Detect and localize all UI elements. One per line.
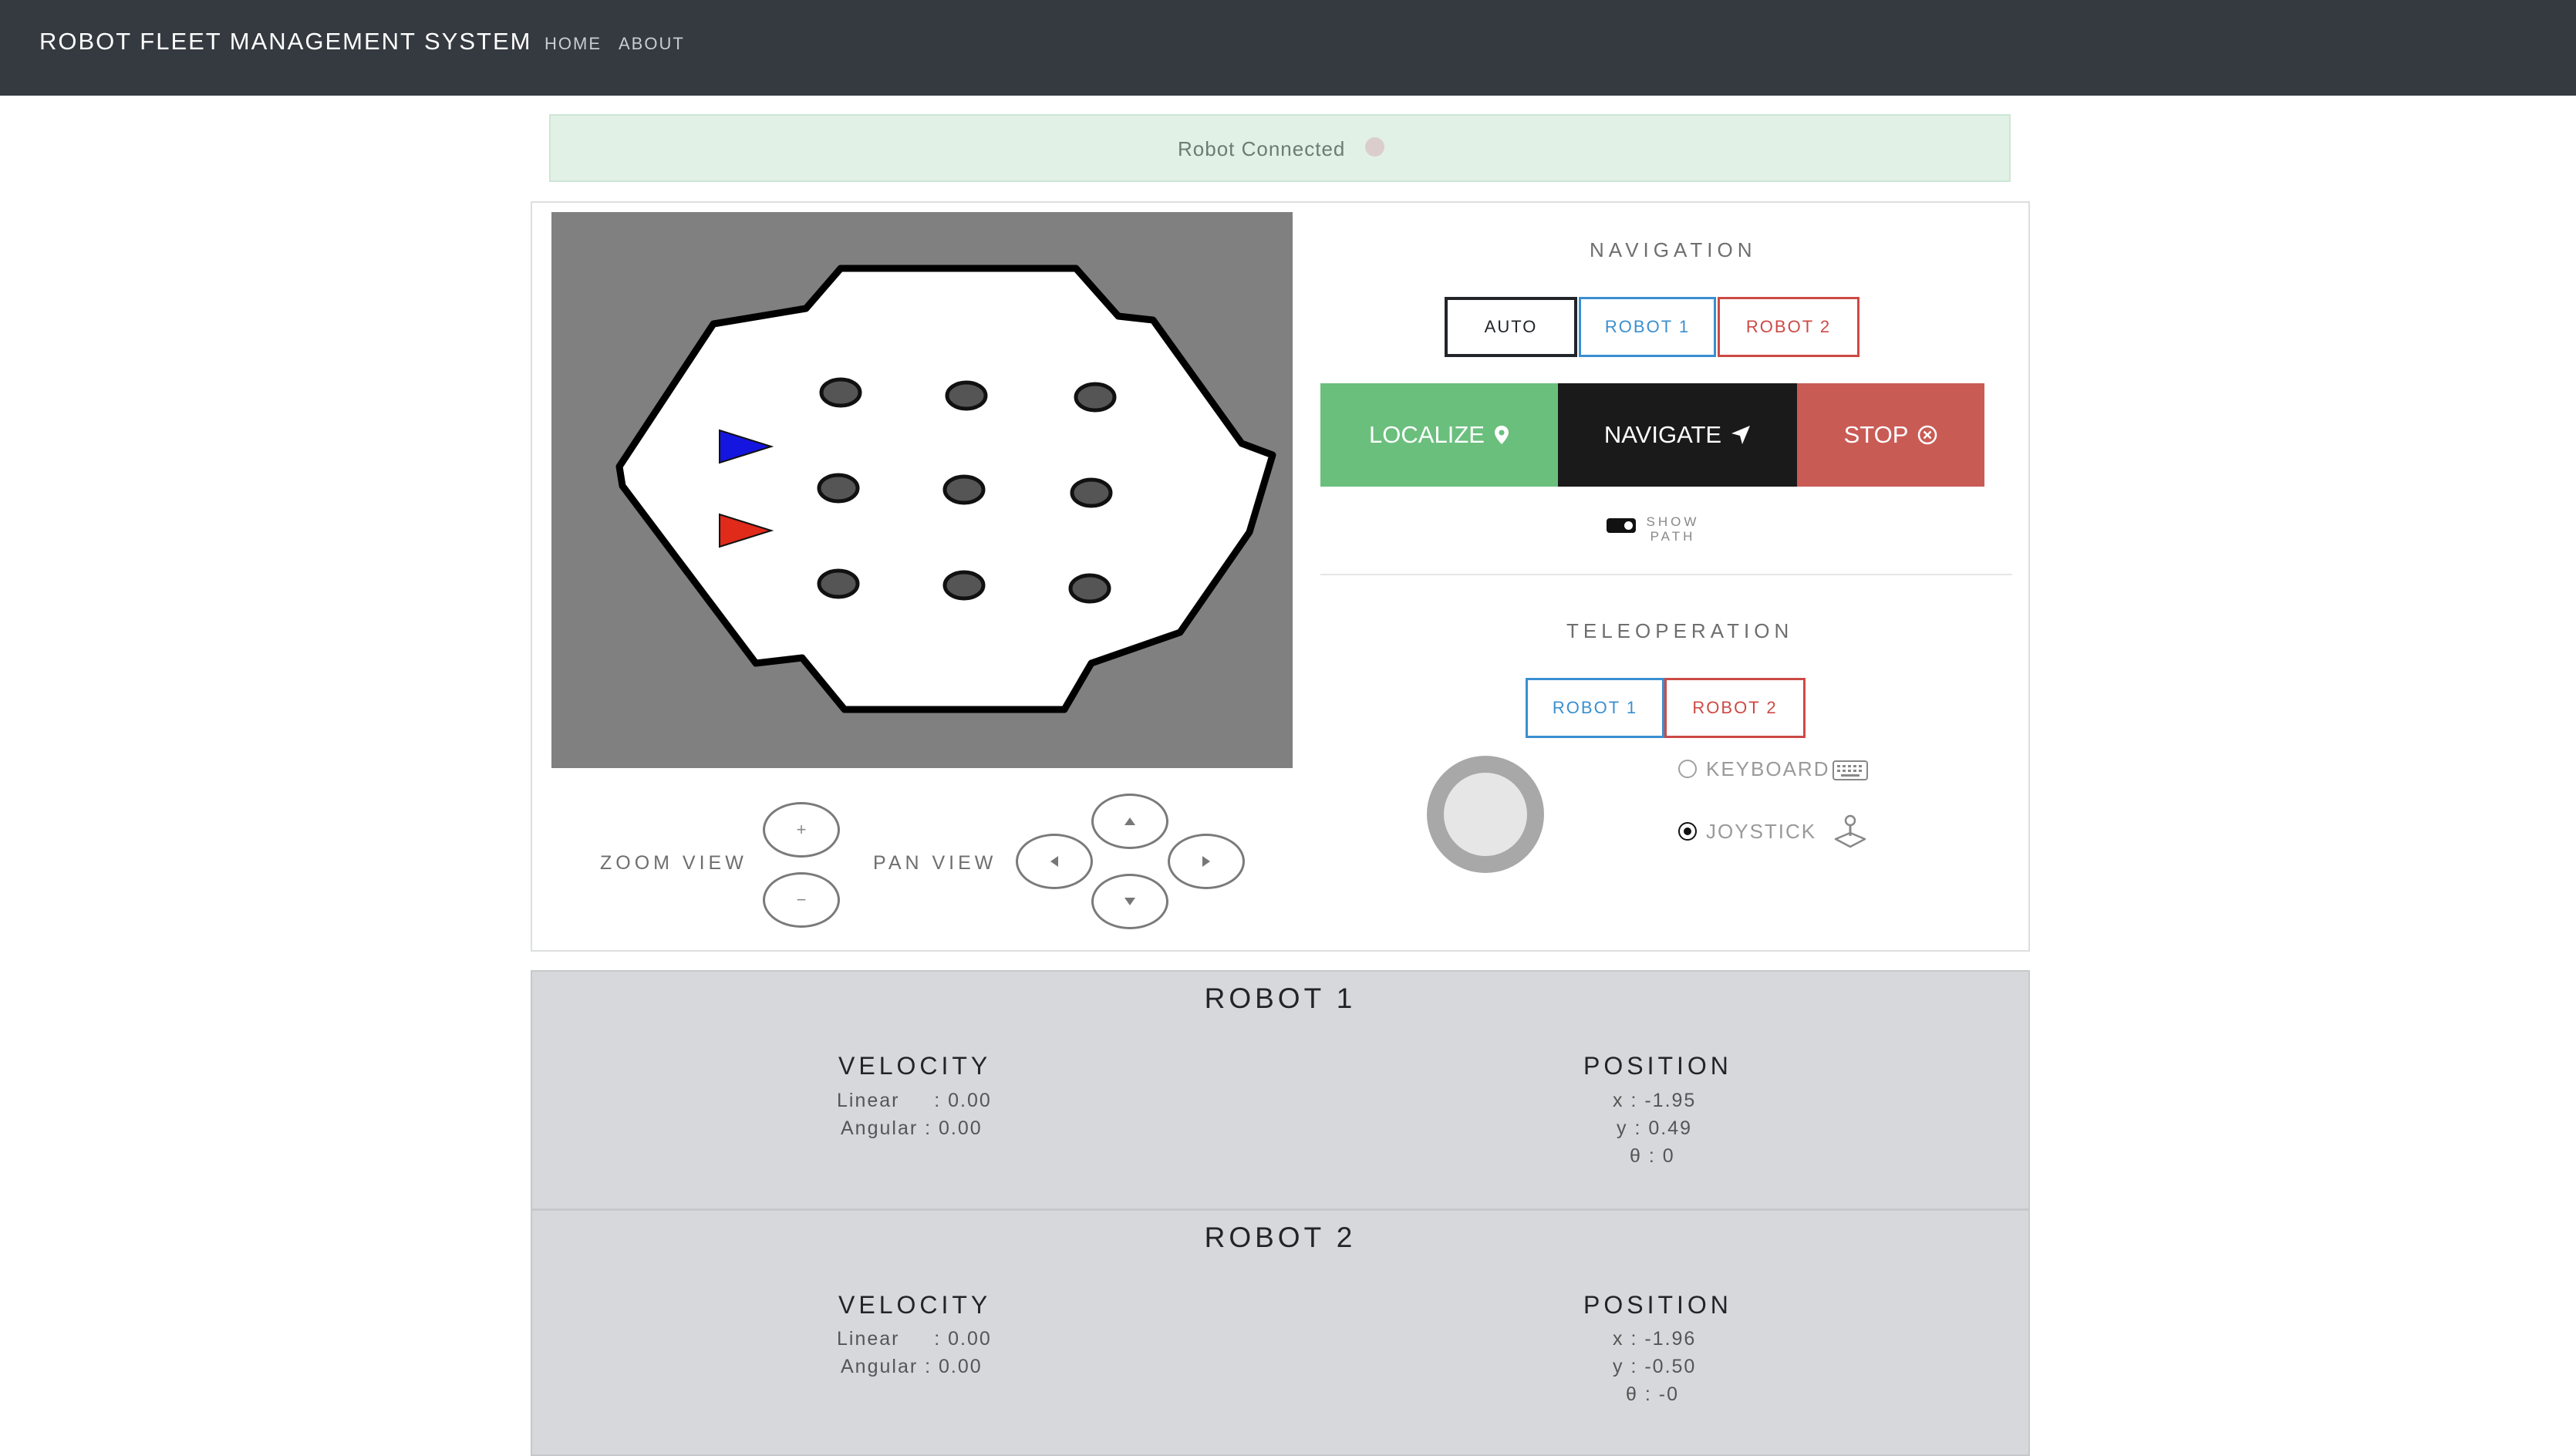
keyboard-label: KEYBOARD (1706, 757, 1830, 780)
caret-left-icon (1050, 856, 1058, 867)
robot2-position-x: x : -1.96 (1613, 1328, 1697, 1350)
robot1-linear-velocity: Linear : 0.00 (837, 1090, 992, 1111)
map-pin-icon (1494, 426, 1509, 444)
joystick-knob[interactable] (1444, 773, 1527, 856)
pan-up-button[interactable] (1091, 794, 1168, 849)
nav-mode-robot2-button[interactable]: ROBOT 2 (1718, 297, 1860, 357)
navigation-arrow-icon (1731, 426, 1751, 444)
control-panel: ZOOM VIEW + − PAN VIEW NAVIGATION AUTO R… (531, 201, 2030, 952)
navigate-label: NAVIGATE (1603, 421, 1722, 448)
connection-status-text: Robot Connected (1178, 137, 1346, 160)
teleoperation-title: TELEOPERATION (1566, 619, 1794, 642)
top-navbar: ROBOT FLEET MANAGEMENT SYSTEM HOME ABOUT (0, 0, 2576, 96)
caret-right-icon (1202, 856, 1210, 867)
teleop-robot2-button[interactable]: ROBOT 2 (1664, 678, 1806, 738)
section-divider (1320, 574, 2012, 575)
app-brand[interactable]: ROBOT FLEET MANAGEMENT SYSTEM (39, 28, 532, 56)
robot1-position-theta: θ : 0 (1630, 1145, 1675, 1167)
teleop-robot1-button[interactable]: ROBOT 1 (1526, 678, 1664, 738)
zoom-out-button[interactable]: − (763, 872, 840, 928)
joystick-icon (1834, 814, 1866, 848)
robot1-status-panel: ROBOT 1 VELOCITY Linear : 0.00 Angular :… (531, 970, 2030, 1210)
robot2-angular-velocity: Angular : 0.00 (841, 1356, 983, 1377)
navigate-button[interactable]: NAVIGATE (1558, 383, 1797, 487)
robot2-status-panel: ROBOT 2 VELOCITY Linear : 0.00 Angular :… (531, 1209, 2030, 1456)
caret-up-icon (1124, 817, 1135, 825)
robot2-title: ROBOT 2 (1204, 1222, 1357, 1253)
pan-left-button[interactable] (1016, 834, 1093, 889)
keyboard-icon (1833, 760, 1868, 780)
nav-about-link[interactable]: ABOUT (619, 34, 685, 54)
robot1-angular-velocity: Angular : 0.00 (841, 1117, 983, 1139)
navigation-title: NAVIGATION (1590, 238, 1757, 261)
nav-mode-auto-button[interactable]: AUTO (1445, 297, 1577, 357)
nav-mode-robot1-button[interactable]: ROBOT 1 (1579, 297, 1716, 357)
show-path-label: SHOW PATH (1646, 514, 1700, 544)
connection-alert: Robot Connected (549, 114, 2011, 182)
connection-status-dot (1365, 137, 1384, 157)
pan-view-label: PAN VIEW (873, 852, 997, 874)
robot2-position-theta: θ : -0 (1626, 1384, 1679, 1405)
robot1-title: ROBOT 1 (1204, 982, 1357, 1014)
joystick-radio[interactable] (1678, 822, 1697, 841)
close-circle-icon (1918, 425, 1937, 445)
show-path-toggle[interactable] (1607, 518, 1636, 533)
localize-button[interactable]: LOCALIZE (1320, 383, 1558, 487)
pan-down-button[interactable] (1091, 874, 1168, 929)
stop-label: STOP (1843, 421, 1909, 448)
zoom-in-button[interactable]: + (763, 802, 840, 858)
zoom-in-icon: + (796, 820, 807, 839)
show-path-label-line1: SHOW (1646, 514, 1700, 529)
caret-down-icon (1124, 898, 1135, 905)
show-path-label-line2: PATH (1650, 529, 1696, 544)
map-view[interactable] (551, 212, 1293, 768)
toggle-knob (1624, 521, 1633, 530)
robot2-position-y: y : -0.50 (1613, 1356, 1697, 1377)
pan-right-button[interactable] (1168, 834, 1245, 889)
nav-home-link[interactable]: HOME (545, 34, 602, 54)
zoom-out-icon: − (796, 890, 807, 909)
localize-label: LOCALIZE (1369, 421, 1485, 448)
robot1-position-x: x : -1.95 (1613, 1090, 1697, 1111)
robot1-velocity-title: VELOCITY (838, 1052, 992, 1080)
robot2-linear-velocity: Linear : 0.00 (837, 1328, 992, 1350)
joystick-label: JOYSTICK (1706, 820, 1817, 843)
joystick-pad[interactable] (1427, 756, 1544, 873)
robot2-position-title: POSITION (1583, 1291, 1732, 1319)
robot2-velocity-title: VELOCITY (838, 1291, 992, 1319)
robot1-position-y: y : 0.49 (1617, 1117, 1692, 1139)
keyboard-radio[interactable] (1678, 760, 1697, 778)
robot1-position-title: POSITION (1583, 1052, 1732, 1080)
stop-button[interactable]: STOP (1797, 383, 1984, 487)
zoom-view-label: ZOOM VIEW (600, 852, 747, 874)
